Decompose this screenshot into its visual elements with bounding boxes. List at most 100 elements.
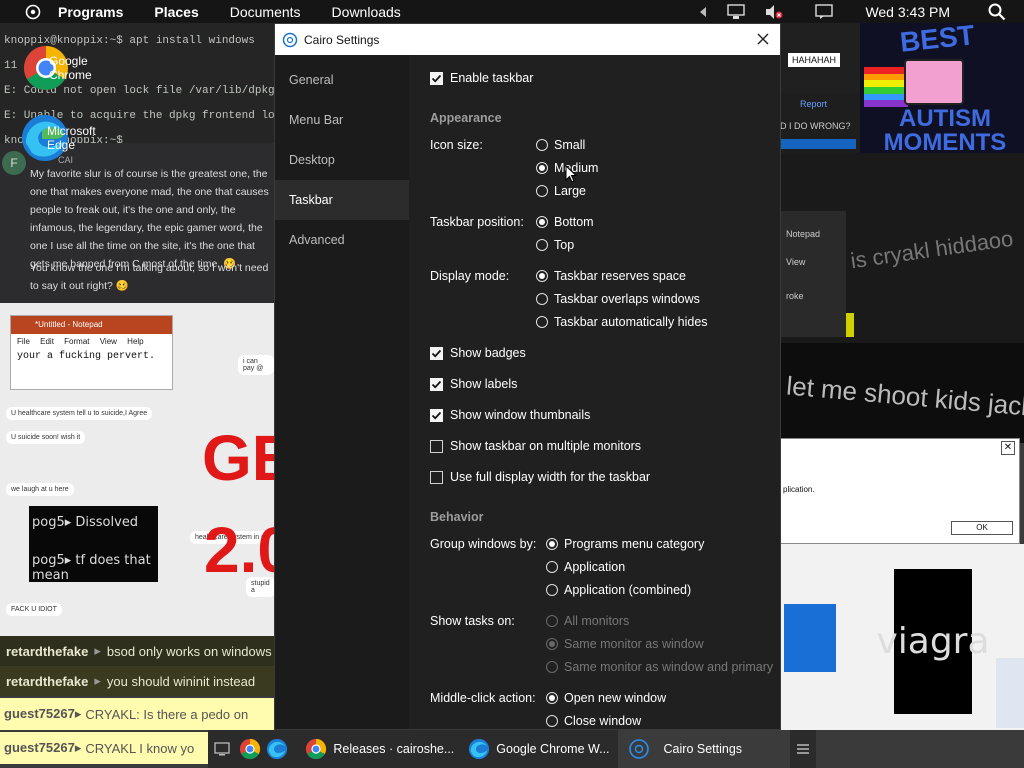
group-category-radio[interactable]: Programs menu category [546,537,704,551]
settings-window: Cairo Settings General Menu Bar Desktop … [274,23,781,730]
edge-icon [267,738,288,760]
pinned-edge[interactable] [264,730,292,768]
title-bar[interactable]: Cairo Settings [275,24,780,55]
checkbox-checked-icon [430,346,443,360]
clock[interactable]: Wed 3:43 PM [865,4,950,20]
position-bottom-radio[interactable]: Bottom [536,215,594,229]
checkbox-unchecked-icon [430,439,443,453]
nav-taskbar[interactable]: Taskbar [275,180,409,220]
desktop-icon-label: Microsoft Edge [47,124,96,152]
display-mode-label: Display mode: [430,269,510,283]
desktop-icon [214,742,230,756]
section-appearance: Appearance [430,111,502,125]
chat-panel-light: *Untitled - Notepad File Edit Format Vie… [0,303,274,636]
side-panel [996,658,1024,728]
nav-menu-bar[interactable]: Menu Bar [275,100,409,140]
menu-downloads[interactable]: Downloads [332,4,401,20]
chat-bubble: U suicide soon! wish it [6,431,86,444]
notepad-menu: File Edit Format View Help [17,337,144,346]
report-link: Report [800,99,828,109]
chat-line: retardthefake ▸ bsod only works on windows [0,636,274,666]
checkbox-checked-icon [430,408,443,422]
group-application-radio[interactable]: Application [546,560,625,574]
desktop-icon-edge[interactable]: Microsoft Edge [20,113,96,163]
task-releases[interactable]: Releases · cairoshe... [299,730,462,768]
group-windows-label: Group windows by: [430,537,537,551]
close-icon [757,33,769,45]
rotated-text: is cryakl hiddaoo [848,225,1015,274]
task-cairo-settings[interactable]: Cairo Settings [617,730,791,768]
nav-desktop[interactable]: Desktop [275,140,409,180]
checkbox-unchecked-icon [430,470,443,484]
display-autohide-radio[interactable]: Taskbar automatically hides [536,315,708,329]
task-label: Google Chrome W... [496,742,610,756]
menu-bar: Programs Places Documents Downloads Wed … [0,0,1024,23]
tasks-same-and-primary-radio: Same monitor as window and primary [546,660,773,674]
middle-click-label: Middle-click action: [430,691,536,705]
show-badges-checkbox[interactable]: Show badges [430,346,526,360]
notepad-window: *Untitled - Notepad File Edit Format Vie… [10,315,173,390]
cairo-icon [282,32,298,47]
mouse-cursor-icon [565,164,578,186]
chrome-icon [306,738,327,760]
cairo-icon [628,739,649,759]
screenshot-fragment: viagra [780,544,1024,730]
chat-bubble: we laugh at u here [6,483,74,496]
menu-documents[interactable]: Documents [230,4,301,20]
middle-close-window-radio[interactable]: Close window [546,714,641,728]
enable-taskbar-checkbox[interactable]: Enable taskbar [430,71,533,85]
browser-fragment: Report D I DO WRONG? [780,93,860,153]
multiple-monitors-checkbox[interactable]: Show taskbar on multiple monitors [430,439,641,453]
show-tasks-label: Show tasks on: [430,614,515,628]
chat-bubble: FACK U IDIOT [6,603,62,616]
meme-text-best: BEST [898,23,977,58]
hahahah-text: HAHAHAH [788,53,841,67]
display-overlaps-radio[interactable]: Taskbar overlaps windows [536,292,700,306]
windows-wallpaper [784,604,836,672]
meme-image: BEST AUTISM MOMENTS [860,23,1024,173]
chrome-icon [239,738,260,760]
icon-size-small-radio[interactable]: Small [536,138,585,152]
notepad-title: *Untitled - Notepad [11,316,172,334]
ok-button[interactable]: OK [951,521,1013,535]
desktop-icon-chrome[interactable]: Google Chrome [22,44,92,92]
tasks-same-monitor-radio: Same monitor as window [546,637,704,651]
pinned-chrome[interactable] [236,730,264,768]
search-icon[interactable] [988,3,1006,21]
display-reserves-radio[interactable]: Taskbar reserves space [536,269,686,283]
icon-size-label: Icon size: [430,138,483,152]
red-text-ge: GE [202,422,274,494]
icon-size-large-radio[interactable]: Large [536,184,586,198]
menu-programs[interactable]: Programs [58,4,123,20]
close-icon[interactable]: ✕ [1001,441,1015,455]
nyan-cat [904,59,964,105]
group-combined-radio[interactable]: Application (combined) [546,583,691,597]
action-center-icon[interactable] [815,3,834,20]
network-icon[interactable] [727,3,746,20]
position-top-radio[interactable]: Top [536,238,574,252]
task-label: Cairo Settings [663,742,743,756]
chat-message: You know the one I'm talking about, so I… [30,262,269,292]
hamburger-icon [797,744,810,754]
dialog-text: plication. [783,485,815,494]
question-text: D I DO WRONG? [780,121,851,131]
nav-advanced[interactable]: Advanced [275,220,409,260]
close-button[interactable] [754,30,772,48]
rainbow [864,67,908,107]
full-width-checkbox[interactable]: Use full display width for the taskbar [430,470,650,484]
black-caption: pog5▸ tf does that mean [29,539,158,583]
browser-fragment: HAHAHAH [780,23,860,93]
show-thumbnails-checkbox[interactable]: Show window thumbnails [430,408,590,422]
blue-bar [780,139,856,149]
show-labels-checkbox[interactable]: Show labels [430,377,517,391]
volume-muted-icon[interactable] [765,4,783,20]
cairo-logo-icon[interactable] [22,1,44,23]
taskbar-list-button[interactable] [790,730,816,768]
show-desktop-button[interactable] [208,730,236,768]
nav-general[interactable]: General [275,60,409,100]
tray-arrow-icon[interactable] [699,6,707,17]
middle-open-window-radio[interactable]: Open new window [546,691,666,705]
menu-places[interactable]: Places [154,4,198,20]
task-chrome[interactable]: Google Chrome W... [462,730,617,768]
desktop-icon-label: Google Chrome [49,54,92,82]
